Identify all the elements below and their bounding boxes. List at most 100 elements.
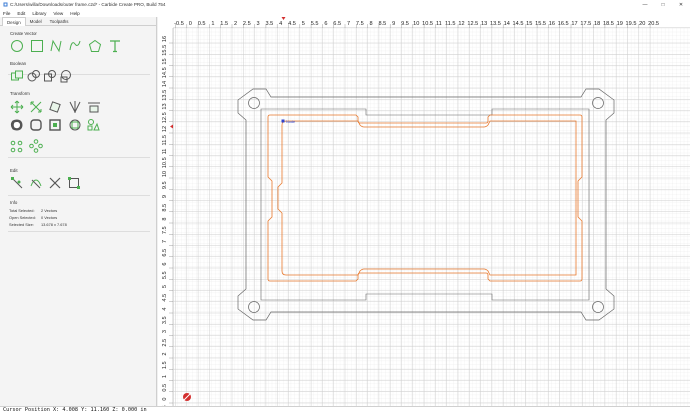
y-ruler-label: 6.5: [162, 249, 168, 257]
origin-marker-icon: [182, 392, 192, 402]
info-total-selected: Total Selected: 2 Vectors: [9, 208, 58, 213]
y-ruler-label: 15.5: [162, 45, 168, 56]
menu-help[interactable]: Help: [70, 11, 79, 16]
close-vector-icon[interactable]: [67, 176, 81, 190]
scale-icon[interactable]: [29, 100, 43, 114]
x-ruler-label: 0.5: [198, 21, 206, 27]
close-button[interactable]: ✕: [672, 0, 690, 9]
x-ruler-label: 16.5: [558, 21, 569, 27]
menu-edit[interactable]: Edit: [17, 11, 25, 16]
x-ruler-label: 20.5: [648, 21, 659, 27]
mirror-icon[interactable]: [68, 100, 82, 114]
weld-icon[interactable]: [59, 69, 73, 83]
trim-icon[interactable]: [29, 176, 43, 190]
x-ruler-label: 5.5: [311, 21, 319, 27]
grid: [173, 28, 690, 406]
subtract-icon[interactable]: [27, 69, 41, 83]
union-icon[interactable]: [10, 69, 24, 83]
boolean-label: Boolean: [10, 61, 27, 66]
x-ruler-label: 7: [347, 21, 350, 27]
x-ruler-label: 18: [594, 21, 600, 27]
x-ruler-label: 8: [370, 21, 373, 27]
x-ruler-label: 8.5: [379, 21, 387, 27]
array-icon[interactable]: [86, 118, 100, 132]
menu-file[interactable]: File: [3, 11, 10, 16]
y-ruler-label: 11: [162, 149, 168, 155]
menu-library[interactable]: Library: [32, 11, 46, 16]
y-ruler-label: 6: [162, 262, 168, 265]
y-ruler-label: 12: [162, 126, 168, 132]
x-ruler-label: 7.5: [356, 21, 364, 27]
transform-label: Transform: [10, 91, 30, 96]
join-icon[interactable]: [68, 118, 82, 132]
design-canvas[interactable]: -0.5 0 0.5 1 1.5 2 2.5 3 3.5 4 4.5 5 5.5 6 6.5 7 7.5 8 8.5…: [158, 17, 690, 406]
move-icon[interactable]: [10, 100, 24, 114]
y-ruler-label: 5.5: [162, 271, 168, 279]
status-bar: Cursor Position X: 4.008 Y: 11.160 Z: 0.…: [0, 406, 690, 414]
x-ruler-label: 19: [617, 21, 623, 27]
x-ruler-label: 10.5: [422, 21, 433, 27]
y-ruler-label: 0: [162, 397, 168, 400]
y-ruler-label: 2: [162, 352, 168, 355]
y-ruler-label: 7: [162, 240, 168, 243]
tab-design[interactable]: Design: [2, 17, 26, 26]
maximize-button[interactable]: □: [654, 0, 672, 9]
fillet-icon[interactable]: [29, 118, 43, 132]
curve-tool-icon[interactable]: [49, 39, 63, 53]
y-ruler-label: 4: [162, 307, 168, 310]
tab-toolpaths[interactable]: Toolpaths: [46, 17, 73, 26]
edit-label: Edit: [10, 168, 18, 173]
intersect-icon[interactable]: [43, 69, 57, 83]
x-ruler-label: 15: [526, 21, 532, 27]
inset-icon[interactable]: [48, 118, 62, 132]
window-controls: — □ ✕: [636, 0, 690, 9]
cut-icon[interactable]: [48, 176, 62, 190]
node-edit-icon[interactable]: [10, 176, 24, 190]
x-ruler-label: 13: [481, 21, 487, 27]
y-ruler-label: 9: [162, 195, 168, 198]
create-vector-label: Create Vector: [10, 31, 37, 36]
title-bar: C:/Users/willa/Downloads/outer frame.c2d…: [0, 0, 690, 9]
y-ruler-label: 10: [162, 171, 168, 177]
y-ruler-label: 4.5: [162, 294, 168, 302]
window-title: C:/Users/willa/Downloads/outer frame.c2d…: [10, 2, 166, 7]
rotate-icon[interactable]: [48, 100, 62, 114]
info-selected-size: Selected Size: 13.678 x 7.678: [9, 222, 67, 227]
x-ruler-label: 3.5: [266, 21, 274, 27]
polyline-tool-icon[interactable]: [68, 39, 82, 53]
sidebar: Design Model Toolpaths Create Vector Boo…: [0, 17, 157, 406]
minimize-button[interactable]: —: [636, 0, 654, 9]
nodes-icon[interactable]: [10, 139, 24, 153]
circular-array-icon[interactable]: [29, 139, 43, 153]
canvas-svg[interactable]: -0.5 0 0.5 1 1.5 2 2.5 3 3.5 4 4.5 5 5.5 6 6.5 7 7.5 8 8.5…: [158, 17, 690, 406]
menu-view[interactable]: View: [53, 11, 63, 16]
y-ruler-label: 1: [162, 375, 168, 378]
rectangle-tool-icon[interactable]: [30, 39, 44, 53]
node-marker-icon[interactable]: [281, 119, 285, 123]
tab-model[interactable]: Model: [26, 17, 46, 26]
x-ruler-label: 5: [302, 21, 305, 27]
align-icon[interactable]: [87, 100, 101, 114]
text-tool-icon[interactable]: [108, 39, 122, 53]
info-open-selected: Open Selected: 0 Vectors: [9, 215, 58, 220]
y-ruler-label: 3: [162, 330, 168, 333]
x-ruler-label: 10: [413, 21, 419, 27]
offset-icon[interactable]: [10, 118, 24, 132]
x-ruler-label: 12: [458, 21, 464, 27]
y-ruler-label: 1.5: [162, 361, 168, 369]
y-ruler-label: 8.5: [162, 204, 168, 212]
y-ruler-label: 12.5: [162, 112, 168, 123]
x-ruler-label: 1.5: [220, 21, 228, 27]
x-ruler-label: 0: [189, 21, 192, 27]
x-ruler-label: 14: [504, 21, 510, 27]
polygon-tool-icon[interactable]: [88, 39, 102, 53]
x-ruler-label: 12.5: [467, 21, 478, 27]
x-ruler-label: 11: [436, 21, 442, 27]
x-ruler-label: 20: [639, 21, 645, 27]
x-ruler-label: 1: [211, 21, 214, 27]
circle-tool-icon[interactable]: [10, 39, 24, 53]
menu-bar: File Edit Library View Help: [0, 9, 690, 17]
y-ruler-label: 11.5: [162, 135, 168, 145]
y-ruler-label: 3.5: [162, 316, 168, 324]
x-ruler-label: 13.5: [490, 21, 501, 27]
